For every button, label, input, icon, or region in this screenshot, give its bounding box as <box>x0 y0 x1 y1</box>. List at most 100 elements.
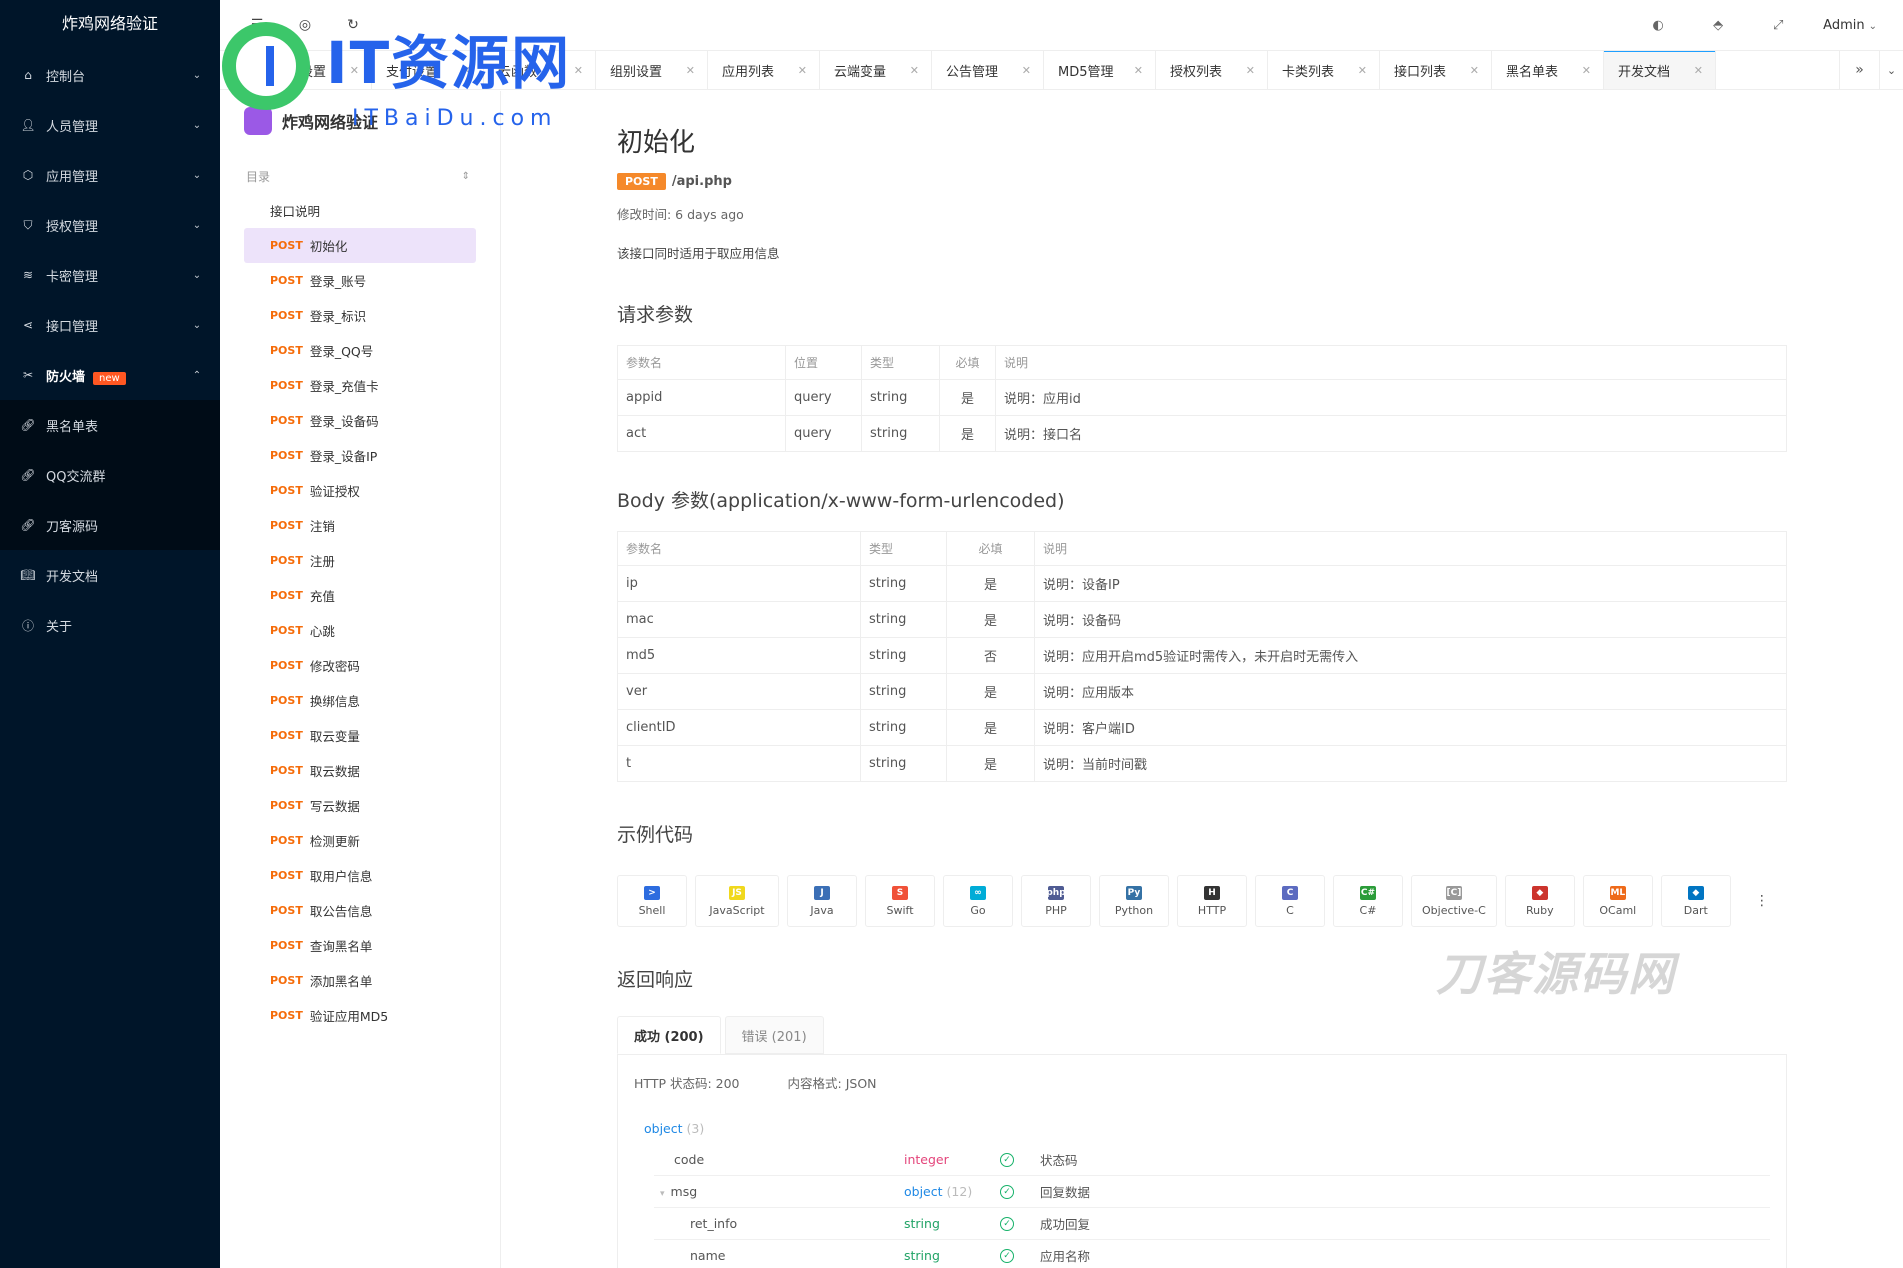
tab-blacklist[interactable]: 黑名单表 ✕ <box>1492 51 1604 89</box>
close-icon[interactable]: ✕ <box>574 64 583 77</box>
code-lang-button[interactable]: Py Python <box>1099 875 1169 927</box>
sidebar-item-api[interactable]: ⋖ 接口管理 ⌄ <box>0 300 220 350</box>
tab-payment-settings[interactable]: 支付设置 ✕ <box>372 51 484 89</box>
code-lang-button[interactable]: > Shell <box>617 875 687 927</box>
toc-item[interactable]: POST 充值 <box>244 578 476 613</box>
sidebar-item-about[interactable]: ⓘ 关于 <box>0 600 220 650</box>
globe-icon[interactable]: ◎ <box>294 14 316 36</box>
code-lang-button[interactable]: ML OCaml <box>1582 875 1653 927</box>
toc-item[interactable]: POST 登录_账号 <box>244 263 476 298</box>
sidebar-item-qq-group[interactable]: 🔗︎ QQ交流群 <box>0 450 220 500</box>
menu-toggle-icon[interactable]: ☰ <box>246 14 268 36</box>
toc-item[interactable]: POST 登录_QQ号 <box>244 333 476 368</box>
tab-card-types[interactable]: 卡类列表 ✕ <box>1268 51 1380 89</box>
tab-success-200[interactable]: 成功 (200) <box>617 1016 721 1054</box>
expand-caret-icon[interactable]: ▾ <box>660 1189 665 1199</box>
toc-item[interactable]: POST 取云数据 <box>244 753 476 788</box>
toc-item[interactable]: POST 注销 <box>244 508 476 543</box>
tab-group-settings[interactable]: 组别设置 ✕ <box>596 51 708 89</box>
toc-item[interactable]: POST 登录_标识 <box>244 298 476 333</box>
toc-item[interactable]: POST 注册 <box>244 543 476 578</box>
code-lang-button[interactable]: J Java <box>787 875 857 927</box>
toc-item[interactable]: POST 验证应用MD5 <box>244 998 476 1033</box>
code-lang-button[interactable]: S Swift <box>865 875 935 927</box>
code-lang-button[interactable]: C# C# <box>1333 875 1403 927</box>
sort-icon[interactable]: ⇕ <box>462 171 470 182</box>
close-icon[interactable]: ✕ <box>1358 64 1367 77</box>
toc-item[interactable]: POST 添加黑名单 <box>244 963 476 998</box>
fullscreen-icon[interactable]: ⤢ <box>1763 14 1793 36</box>
sidebar-item-console[interactable]: ⌂ 控制台 ⌄ <box>0 50 220 100</box>
sidebar-item-cards[interactable]: ≋ 卡密管理 ⌄ <box>0 250 220 300</box>
refresh-icon[interactable]: ↻ <box>342 14 364 36</box>
root-type[interactable]: object <box>644 1121 683 1136</box>
language-icon: C <box>1282 885 1298 900</box>
tab-dev-docs[interactable]: 开发文档 ✕ <box>1604 51 1716 89</box>
tab-cloud-functions[interactable]: 云函数 ✕ <box>484 51 596 89</box>
tab-md5-management[interactable]: MD5管理 ✕ <box>1044 51 1156 89</box>
toc-item[interactable]: POST 心跳 <box>244 613 476 648</box>
sidebar-item-daoke-source[interactable]: 🔗︎ 刀客源码 <box>0 500 220 550</box>
sidebar-item-blacklist[interactable]: 🔗︎ 黑名单表 <box>0 400 220 450</box>
close-icon[interactable]: ✕ <box>350 64 359 77</box>
close-icon[interactable]: ✕ <box>1582 64 1591 77</box>
theme-icon[interactable]: ◐ <box>1643 14 1673 36</box>
close-icon[interactable]: ✕ <box>1134 64 1143 77</box>
tag-icon[interactable]: ⬘ <box>1703 14 1733 36</box>
sidebar-item-auth[interactable]: ⛉ 授权管理 ⌄ <box>0 200 220 250</box>
toc-item[interactable]: POST 登录_设备IP <box>244 438 476 473</box>
toc-item[interactable]: POST 修改密码 <box>244 648 476 683</box>
close-icon[interactable]: ✕ <box>1470 64 1479 77</box>
tab-api-list[interactable]: 接口列表 ✕ <box>1380 51 1492 89</box>
language-icon: [C] <box>1445 885 1462 900</box>
toc-item[interactable]: POST 取公告信息 <box>244 893 476 928</box>
code-lang-button[interactable]: php PHP <box>1021 875 1091 927</box>
sidebar-item-label: 防火墙 new <box>46 366 190 385</box>
more-options-icon[interactable]: ⋮ <box>1755 893 1769 909</box>
close-icon[interactable]: ✕ <box>798 64 807 77</box>
tabs-scroll-left-icon[interactable]: « <box>220 51 260 89</box>
close-icon[interactable]: ✕ <box>1246 64 1255 77</box>
tab-cloud-variables[interactable]: 云端变量 ✕ <box>820 51 932 89</box>
sidebar-item-dev-docs[interactable]: 📖︎ 开发文档 <box>0 550 220 600</box>
toc-item[interactable]: POST 取云变量 <box>244 718 476 753</box>
toc-item[interactable]: POST 初始化 <box>244 228 476 263</box>
sidebar-item-apps[interactable]: ⬡ 应用管理 ⌄ <box>0 150 220 200</box>
toc-item[interactable]: POST 写云数据 <box>244 788 476 823</box>
toc-item[interactable]: POST 查询黑名单 <box>244 928 476 963</box>
toc-item[interactable]: POST 登录_充值卡 <box>244 368 476 403</box>
endpoint-path[interactable]: /api.php <box>672 174 732 189</box>
tab-announcements[interactable]: 公告管理 ✕ <box>932 51 1044 89</box>
user-menu[interactable]: Admin ⌄ <box>1823 18 1877 33</box>
toc-item[interactable]: POST 检测更新 <box>244 823 476 858</box>
toc-item[interactable]: POST 验证授权 <box>244 473 476 508</box>
close-icon[interactable]: ✕ <box>1694 64 1703 77</box>
tab-error-201[interactable]: 错误 (201) <box>724 1016 824 1054</box>
toc-item-intro[interactable]: 接口说明 <box>244 193 476 228</box>
column-header: 必填 <box>939 345 996 380</box>
toc-item[interactable]: POST 换绑信息 <box>244 683 476 718</box>
tabs-menu-chevron-icon[interactable]: ⌄ <box>1879 51 1903 89</box>
code-lang-button[interactable]: ◆ Dart <box>1660 875 1731 927</box>
code-lang-button[interactable]: ∞ Go <box>943 875 1013 927</box>
shield-icon: ⛉ <box>23 217 33 232</box>
sidebar-item-firewall[interactable]: ✂ 防火墙 new ⌃ <box>0 350 220 400</box>
toc-item[interactable]: POST 登录_设备码 <box>244 403 476 438</box>
code-lang-button[interactable]: ◆ Ruby <box>1504 875 1575 927</box>
code-lang-button[interactable]: H HTTP <box>1177 875 1247 927</box>
tab-email-settings[interactable]: 邮箱设置 ✕ <box>260 51 372 89</box>
close-icon[interactable]: ✕ <box>1022 64 1031 77</box>
close-icon[interactable]: ✕ <box>462 64 471 77</box>
tab-app-list[interactable]: 应用列表 ✕ <box>708 51 820 89</box>
code-lang-button[interactable]: JS JavaScript <box>695 875 779 927</box>
close-icon[interactable]: ✕ <box>686 64 695 77</box>
tabs-scroll-right-icon[interactable]: » <box>1839 51 1879 89</box>
tools-icon: ✂ <box>22 368 34 382</box>
close-icon[interactable]: ✕ <box>910 64 919 77</box>
language-icon: H <box>1204 885 1220 900</box>
tab-auth-list[interactable]: 授权列表 ✕ <box>1156 51 1268 89</box>
sidebar-item-users[interactable]: 👤︎ 人员管理 ⌄ <box>0 100 220 150</box>
code-lang-button[interactable]: [C] Objective-C <box>1411 875 1497 927</box>
toc-item[interactable]: POST 取用户信息 <box>244 858 476 893</box>
code-lang-button[interactable]: CC <box>1255 875 1325 927</box>
